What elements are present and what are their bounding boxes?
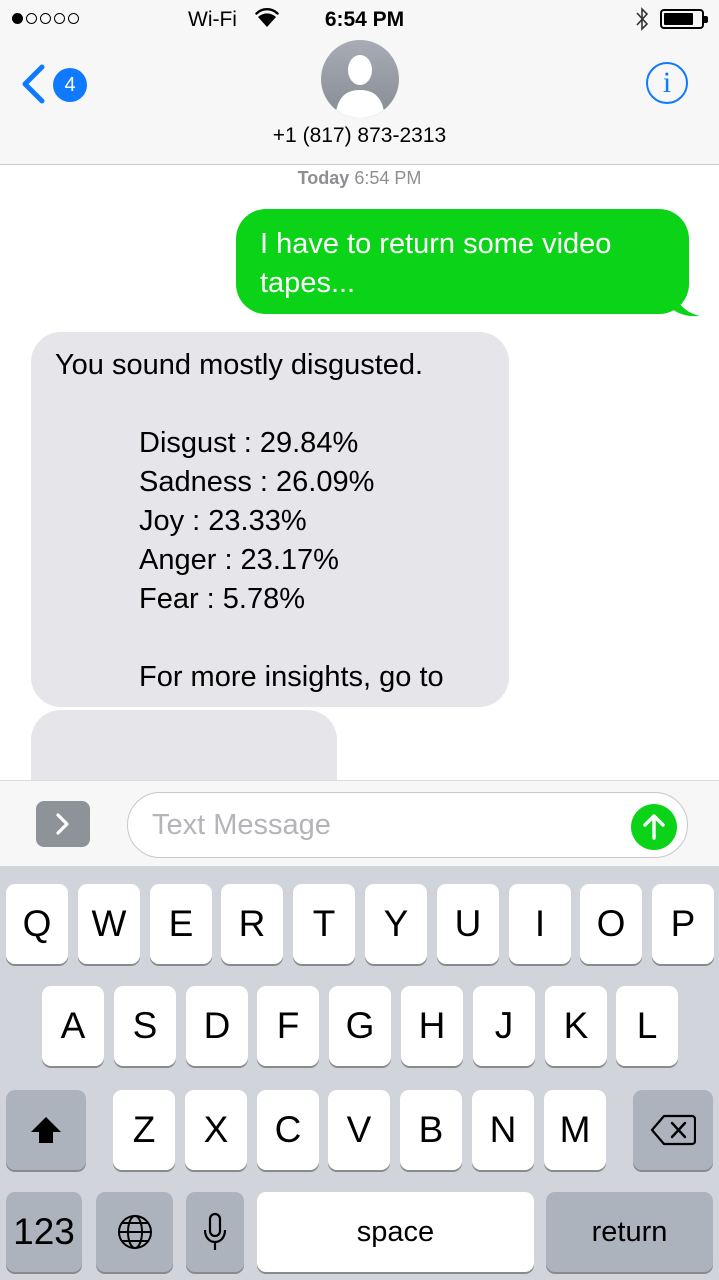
key-v[interactable]: V: [328, 1090, 390, 1170]
compose-bar: Text Message: [0, 780, 719, 866]
sent-message-bubble[interactable]: I have to return some video tapes...: [236, 209, 689, 314]
shift-arrow-icon: [31, 1117, 61, 1143]
key-u[interactable]: U: [437, 884, 499, 964]
message-intro: You sound mostly disgusted.: [55, 349, 424, 381]
key-d[interactable]: D: [186, 986, 248, 1066]
key-o[interactable]: O: [580, 884, 642, 964]
person-silhouette-icon: [335, 55, 385, 118]
key-c[interactable]: C: [257, 1090, 319, 1170]
message-input[interactable]: Text Message: [127, 792, 688, 858]
thread-timestamp: Today 6:54 PM: [0, 168, 719, 189]
message-input-placeholder: Text Message: [152, 809, 331, 841]
contact-phone-number[interactable]: +1 (817) 873-2313: [0, 124, 719, 148]
contact-avatar[interactable]: [321, 40, 399, 118]
score-line: Anger : 23.17%: [139, 544, 339, 576]
key-k[interactable]: K: [545, 986, 607, 1066]
key-x[interactable]: X: [185, 1090, 247, 1170]
key-z[interactable]: Z: [113, 1090, 175, 1170]
score-line: Joy : 23.33%: [139, 505, 307, 537]
back-button[interactable]: 4: [20, 62, 92, 106]
keyboard: 123 space return Q W E R T Y U I O P A S…: [0, 866, 719, 1280]
score-line: Disgust : 29.84%: [139, 427, 359, 459]
key-m[interactable]: M: [544, 1090, 606, 1170]
key-n[interactable]: N: [472, 1090, 534, 1170]
send-button[interactable]: [631, 804, 677, 850]
messages-screen: Wi-Fi 6:54 PM 4 +1 (817) 873-2313 i Toda…: [0, 0, 719, 1280]
key-r[interactable]: R: [221, 884, 283, 964]
space-key[interactable]: space: [257, 1192, 534, 1272]
key-s[interactable]: S: [114, 986, 176, 1066]
chevron-left-icon: [22, 64, 45, 104]
key-q[interactable]: Q: [6, 884, 68, 964]
microphone-icon: [203, 1212, 227, 1250]
emotion-scores: Disgust : 29.84% Sadness : 26.09% Joy : …: [55, 424, 485, 619]
key-t[interactable]: T: [293, 884, 355, 964]
shift-key[interactable]: [6, 1090, 86, 1170]
globe-icon: [118, 1215, 152, 1249]
status-bar: Wi-Fi 6:54 PM: [0, 0, 719, 40]
backspace-icon: [650, 1114, 696, 1146]
key-e[interactable]: E: [150, 884, 212, 964]
key-j[interactable]: J: [473, 986, 535, 1066]
key-b[interactable]: B: [400, 1090, 462, 1170]
globe-key[interactable]: [96, 1192, 173, 1272]
battery-icon: [660, 9, 708, 29]
key-h[interactable]: H: [401, 986, 463, 1066]
key-l[interactable]: L: [616, 986, 678, 1066]
message-thread[interactable]: Today 6:54 PM I have to return some vide…: [0, 165, 719, 780]
message-footer: For more insights, go to: [139, 661, 444, 693]
conversation-header: 4 +1 (817) 873-2313 i: [0, 40, 719, 165]
dictation-key[interactable]: [186, 1192, 244, 1272]
bubble-tail: [672, 289, 700, 317]
return-key[interactable]: return: [546, 1192, 713, 1272]
info-button[interactable]: i: [646, 62, 688, 104]
bluetooth-icon: [636, 7, 649, 31]
key-p[interactable]: P: [652, 884, 714, 964]
key-y[interactable]: Y: [365, 884, 427, 964]
timestamp-day: Today: [297, 168, 350, 188]
key-w[interactable]: W: [78, 884, 140, 964]
key-g[interactable]: G: [329, 986, 391, 1066]
timestamp-time: 6:54 PM: [354, 168, 422, 188]
score-line: Sadness : 26.09%: [139, 466, 375, 498]
arrow-up-icon: [643, 814, 665, 840]
chevron-right-icon: [56, 813, 69, 835]
score-line: Fear : 5.78%: [139, 583, 306, 615]
received-message-bubble[interactable]: You sound mostly disgusted. Disgust : 29…: [31, 332, 509, 707]
apps-button[interactable]: [36, 801, 90, 847]
key-f[interactable]: F: [257, 986, 319, 1066]
link-preview-bubble[interactable]: [31, 710, 337, 780]
key-i[interactable]: I: [509, 884, 571, 964]
delete-key[interactable]: [633, 1090, 713, 1170]
unread-count-badge: 4: [53, 68, 87, 102]
numbers-key[interactable]: 123: [6, 1192, 82, 1272]
status-time: 6:54 PM: [324, 8, 405, 31]
key-a[interactable]: A: [42, 986, 104, 1066]
